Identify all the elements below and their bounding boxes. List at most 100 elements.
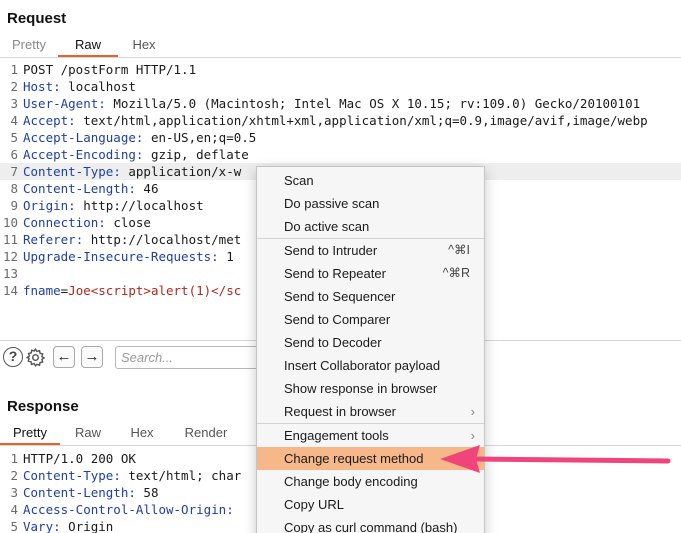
menu-item-send-to-comparer[interactable]: Send to Comparer — [257, 308, 484, 331]
line-content: Content-Length: 58 — [23, 484, 158, 501]
header-name: Content-Length — [23, 485, 129, 500]
header-name: User-Agent — [23, 96, 99, 111]
header-name: Content-Type — [23, 164, 114, 179]
menu-item-label: Do active scan — [284, 219, 370, 234]
line-content: User-Agent: Mozilla/5.0 (Macintosh; Inte… — [23, 95, 640, 112]
header-name: Access-Control-Allow-Origin — [23, 502, 227, 517]
line-number: 5 — [10, 130, 18, 145]
menu-item-do-active-scan[interactable]: Do active scan — [257, 215, 484, 238]
header-value: text/html; char — [120, 468, 242, 483]
response-tab-hex[interactable]: Hex — [116, 423, 168, 445]
header-value: close — [105, 215, 151, 230]
gear-icon[interactable] — [24, 346, 46, 368]
menu-item-scan[interactable]: Scan — [257, 169, 484, 192]
menu-item-send-to-repeater[interactable]: Send to Repeater ^⌘R — [257, 262, 484, 285]
header-value: http://localhost/met — [83, 232, 242, 247]
line-content: Content-Length: 46 — [23, 180, 158, 197]
menu-item-send-to-intruder[interactable]: Send to Intruder ^⌘I — [257, 239, 484, 262]
header-colon: : — [211, 249, 219, 264]
menu-item-label: Do passive scan — [284, 196, 380, 211]
header-value: localhost — [60, 79, 136, 94]
line-number: 12 — [2, 249, 18, 264]
menu-item-label: Change request method — [284, 451, 424, 466]
response-tab-pretty[interactable]: Pretty — [0, 423, 60, 445]
menu-item-label: Send to Intruder — [284, 243, 378, 258]
menu-item-label: Send to Comparer — [284, 312, 391, 327]
header-name: Content-Type — [23, 468, 114, 483]
menu-item-copy-url[interactable]: Copy URL — [257, 493, 484, 516]
header-colon: : — [53, 519, 61, 533]
line-number: 1 — [10, 62, 18, 77]
menu-item-label: Copy as curl command (bash) — [284, 520, 458, 533]
header-name: Upgrade-Insecure-Requests — [23, 249, 212, 264]
request-tab-hex[interactable]: Hex — [118, 35, 170, 57]
line-content: Content-Type: text/html; char — [23, 467, 241, 484]
line-number: 13 — [2, 266, 18, 281]
header-value: 1 — [218, 249, 234, 264]
header-colon: : — [226, 502, 234, 517]
header-name: Accept — [23, 113, 69, 128]
header-colon: : — [68, 198, 76, 213]
menu-item-insert-collaborator-payload[interactable]: Insert Collaborator payload — [257, 354, 484, 377]
header-name: Accept-Encoding — [23, 147, 136, 162]
line-content: Upgrade-Insecure-Requests: 1 — [23, 248, 234, 265]
line-number: 4 — [10, 113, 18, 128]
menu-item-label: Send to Sequencer — [284, 289, 396, 304]
line-number: 2 — [10, 79, 18, 94]
line-number: 9 — [10, 198, 18, 213]
chevron-right-icon: › — [470, 428, 475, 443]
menu-item-copy-as-curl-command-bash[interactable]: Copy as curl command (bash) — [257, 516, 484, 533]
line-content: Referer: http://localhost/met — [23, 231, 241, 248]
line-number: 10 — [2, 215, 18, 230]
line-number: 7 — [10, 164, 18, 179]
header-colon: : — [113, 468, 121, 483]
arrow-left-icon[interactable]: ← — [53, 346, 75, 368]
arrow-right-icon[interactable]: → — [81, 346, 103, 368]
header-colon: : — [53, 79, 61, 94]
chevron-right-icon: › — [470, 404, 475, 419]
header-name: Accept-Language — [23, 130, 136, 145]
menu-item-label: Show response in browser — [284, 381, 438, 396]
header-name: Origin — [23, 198, 69, 213]
line-number: 5 — [10, 519, 18, 533]
editor-line: 4 Accept: text/html,application/xhtml+xml… — [0, 112, 681, 129]
header-value: application/x-w — [120, 164, 242, 179]
request-tab-raw[interactable]: Raw — [58, 35, 118, 57]
header-name: Connection — [23, 215, 99, 230]
header-name: Host — [23, 79, 54, 94]
editor-line: 5 Accept-Language: en-US,en;q=0.5 — [0, 129, 681, 146]
header-value: gzip, deflate — [143, 147, 249, 162]
header-colon: : — [98, 215, 106, 230]
header-value: en-US,en;q=0.5 — [143, 130, 257, 145]
menu-item-label: Request in browser — [284, 404, 396, 419]
search-input[interactable] — [115, 346, 265, 369]
menu-item-do-passive-scan[interactable]: Do passive scan — [257, 192, 484, 215]
param-value: Joe<script>alert(1)</sc — [68, 283, 242, 298]
response-tab-raw[interactable]: Raw — [60, 423, 116, 445]
context-menu: Scan Do passive scan Do active scan Send to… — [256, 166, 485, 533]
line-number: 3 — [10, 96, 18, 111]
menu-item-show-response-in-browser[interactable]: Show response in browser — [257, 377, 484, 400]
request-tab-pretty[interactable]: Pretty — [0, 35, 58, 57]
menu-item-label: Change body encoding — [284, 474, 418, 489]
menu-item-send-to-decoder[interactable]: Send to Decoder — [257, 331, 484, 354]
request-tabs: Pretty Raw Hex — [0, 35, 170, 57]
help-icon[interactable]: ? — [2, 346, 24, 368]
menu-item-send-to-sequencer[interactable]: Send to Sequencer — [257, 285, 484, 308]
line-content: Vary: Origin — [23, 518, 113, 533]
response-tab-render[interactable]: Render — [168, 423, 244, 445]
menu-item-change-request-method[interactable]: Change request method — [257, 447, 484, 470]
header-value: http://localhost — [75, 198, 204, 213]
menu-item-engagement-tools[interactable]: Engagement tools › — [257, 424, 484, 447]
response-tabs: Pretty Raw Hex Render — [0, 423, 244, 445]
param-name: fname — [23, 283, 61, 298]
menu-item-change-body-encoding[interactable]: Change body encoding — [257, 470, 484, 493]
menu-item-request-in-browser[interactable]: Request in browser › — [257, 400, 484, 423]
header-colon: : — [113, 164, 121, 179]
line-content: POST /postForm HTTP/1.1 — [23, 62, 197, 77]
request-tabs-divider — [0, 57, 681, 58]
header-name: Vary — [23, 519, 54, 533]
header-value: Origin — [60, 519, 114, 533]
line-number: 2 — [10, 468, 18, 483]
response-title: Response — [7, 398, 79, 415]
